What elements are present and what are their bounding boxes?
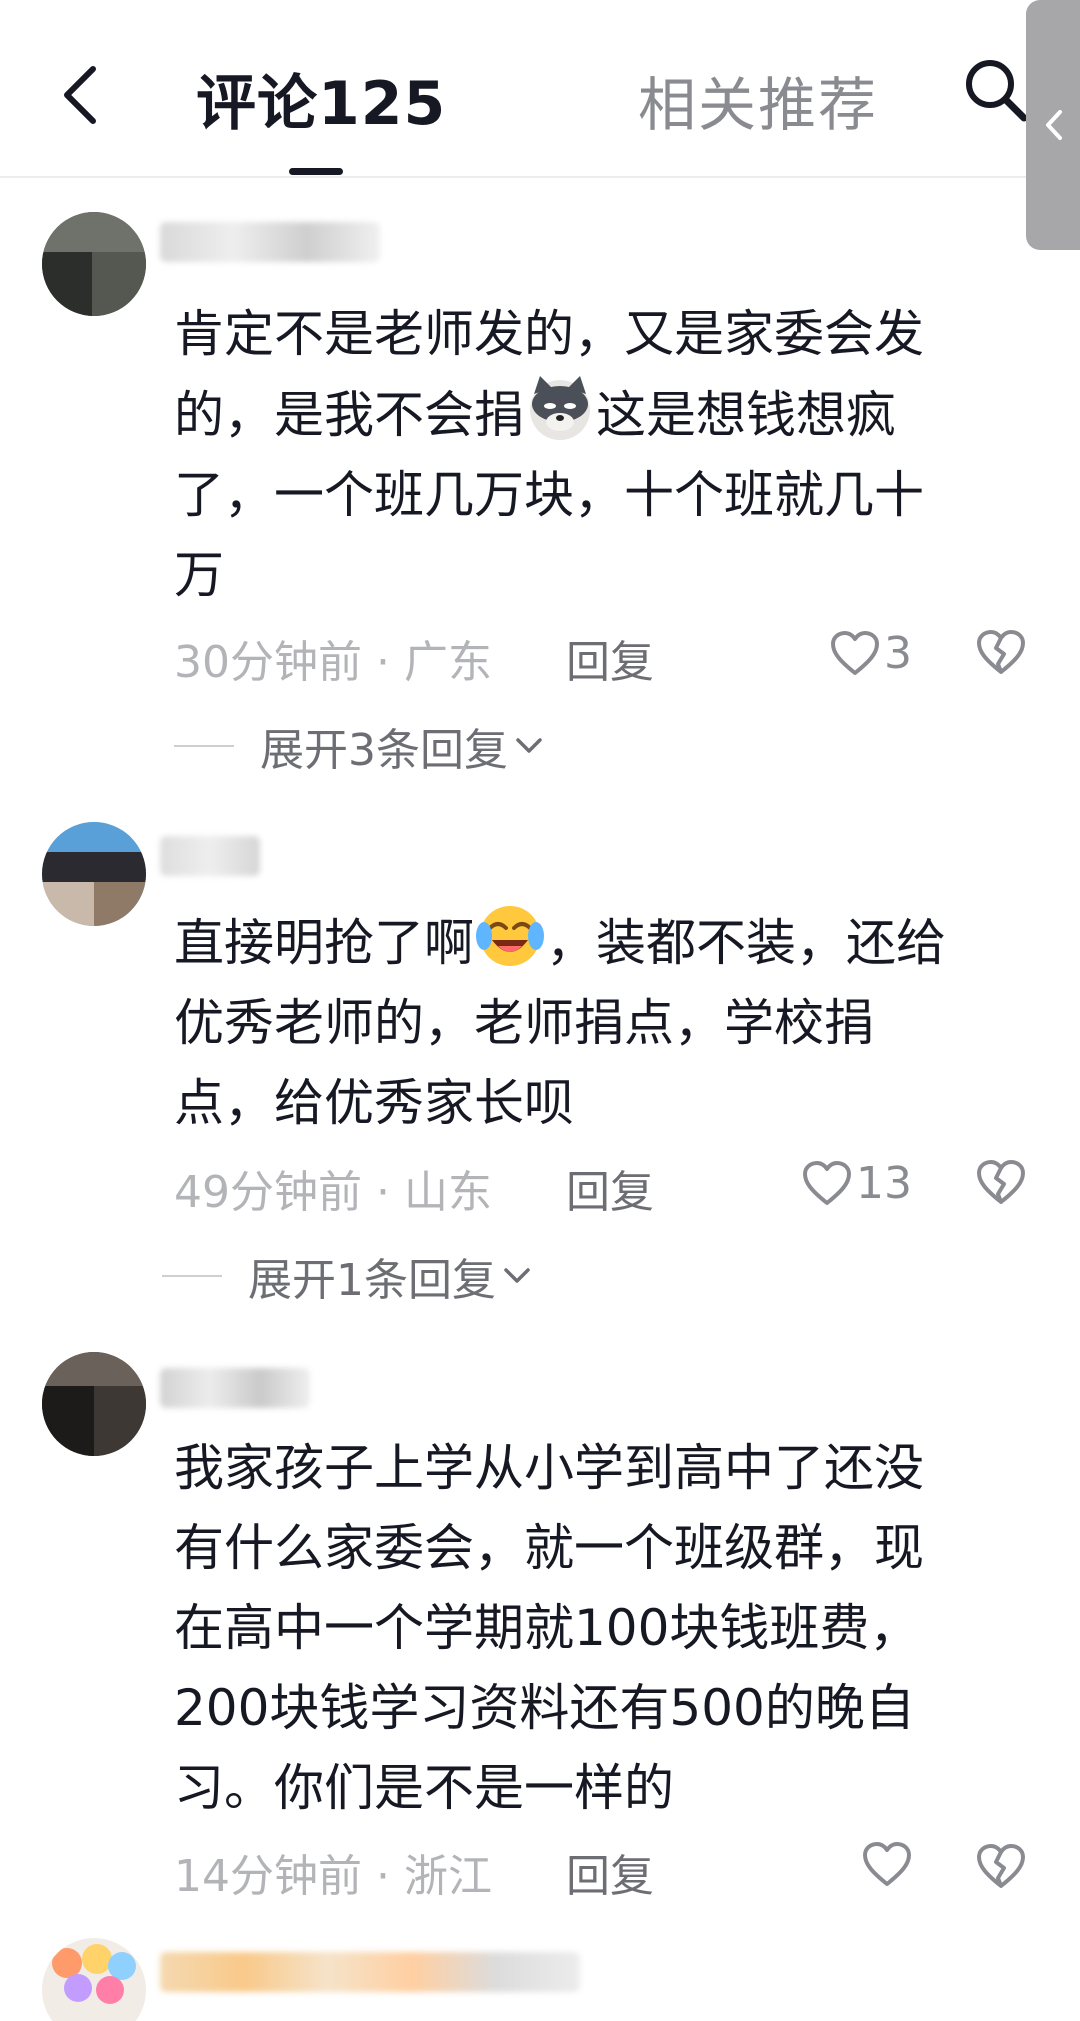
like-button[interactable]	[862, 1842, 916, 1888]
avatar[interactable]	[42, 822, 146, 926]
tab-comments[interactable]: 评论125	[196, 55, 446, 142]
dislike-button[interactable]	[976, 630, 1026, 687]
username-blurred	[160, 222, 380, 262]
chevron-down-icon	[504, 1268, 530, 1283]
tab-related[interactable]: 相关推荐	[638, 58, 878, 142]
expand-replies-button[interactable]: 展开3条回复	[174, 716, 544, 776]
heart-icon	[863, 1842, 911, 1886]
divider	[162, 1275, 222, 1277]
comment-meta: 49分钟前 · 山东 回复 13	[174, 1156, 1034, 1218]
side-panel-handle[interactable]	[1026, 0, 1080, 250]
broken-heart-icon	[977, 630, 1025, 674]
avatar[interactable]	[42, 1938, 146, 2021]
username-blurred	[160, 836, 260, 876]
heart-icon	[831, 630, 879, 675]
chevron-down-icon	[516, 738, 542, 753]
broken-heart-icon	[977, 1160, 1025, 1204]
comment-time-location: 49分钟前 · 山东	[174, 1167, 492, 1218]
avatar[interactable]	[42, 212, 146, 316]
top-bar: 评论125 相关推荐	[0, 0, 1080, 178]
comment-meta: 30分钟前 · 广东 回复 3	[174, 626, 1034, 688]
expand-replies-button[interactable]: 展开1条回复	[162, 1246, 532, 1306]
comment-meta: 14分钟前 · 浙江 回复	[174, 1840, 1034, 1902]
laugh-cry-emoji-icon	[476, 906, 544, 966]
back-button[interactable]	[44, 50, 114, 140]
avatar[interactable]	[42, 1352, 146, 1456]
doge-emoji-icon	[530, 376, 590, 440]
comment-time-location: 30分钟前 · 广东	[174, 637, 492, 688]
active-tab-indicator	[289, 168, 343, 175]
reply-button[interactable]: 回复	[566, 1840, 654, 1904]
username-blurred	[160, 1368, 310, 1408]
like-button[interactable]: 13	[802, 1158, 912, 1209]
like-button[interactable]: 3	[830, 628, 912, 679]
like-count: 13	[856, 1158, 912, 1209]
search-icon	[966, 60, 1028, 122]
heart-icon	[803, 1160, 851, 1205]
comment-time-location: 14分钟前 · 浙江	[174, 1851, 492, 1902]
dislike-button[interactable]	[976, 1844, 1026, 1901]
username-blurred	[160, 1952, 580, 1992]
chevron-left-icon	[64, 66, 96, 124]
chevron-left-icon	[1046, 110, 1062, 140]
divider	[174, 745, 234, 747]
like-count: 3	[884, 628, 912, 679]
broken-heart-icon	[977, 1844, 1025, 1888]
comment-text: 直接明抢了啊 ，装都不装，还给 优秀老师的，老师捐点，学校捐 点，给优秀家长呗	[174, 902, 1034, 1143]
dislike-button[interactable]	[976, 1160, 1026, 1217]
comment-text: 我家孩子上学从小学到高中了还没 有什么家委会，就一个班级群，现 在高中一个学期就…	[174, 1439, 924, 1817]
reply-button[interactable]: 回复	[566, 1156, 654, 1220]
search-button[interactable]	[962, 56, 1032, 126]
reply-button[interactable]: 回复	[566, 626, 654, 690]
comment-text: 肯定不是老师发的，又是家委会发 的，是我不会捐 这是想钱想疯 了，一个班几万块，十…	[174, 305, 924, 604]
